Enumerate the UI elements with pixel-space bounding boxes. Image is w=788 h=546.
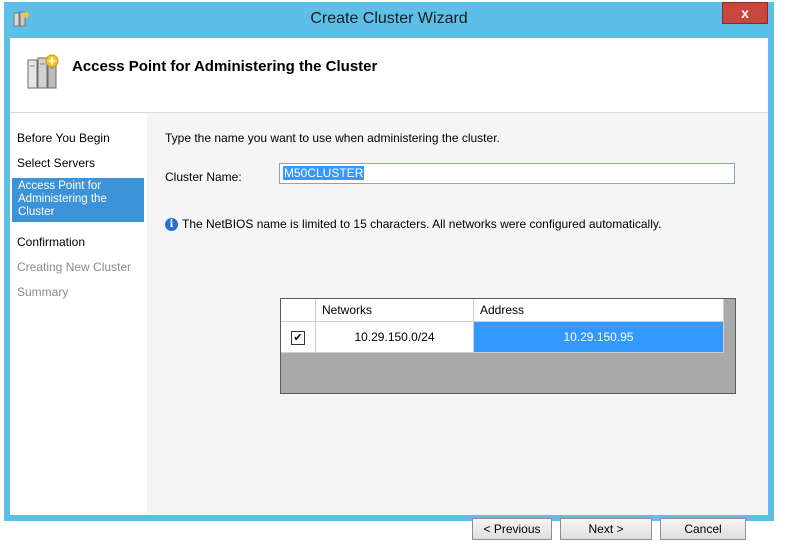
cluster-name-label: Cluster Name: bbox=[165, 170, 242, 184]
network-checkbox[interactable]: ✔ bbox=[291, 330, 305, 345]
next-button[interactable]: Next > bbox=[560, 518, 652, 540]
nav-step-confirmation[interactable]: Confirmation bbox=[17, 235, 85, 249]
cluster-servers-icon bbox=[27, 54, 59, 89]
cancel-button[interactable]: Cancel bbox=[660, 518, 746, 540]
info-icon: i bbox=[165, 218, 178, 232]
table-row[interactable]: ✔ 10.29.150.0/24 10.29.150.95 bbox=[281, 321, 724, 353]
cluster-name-input[interactable]: M50CLUSTER bbox=[279, 163, 735, 184]
wizard-steps-nav: Before You Begin Select Servers Access P… bbox=[10, 113, 147, 515]
table-header-row: Networks Address bbox=[281, 299, 724, 322]
window-title: Create Cluster Wizard bbox=[310, 10, 468, 27]
nav-step-select-servers[interactable]: Select Servers bbox=[17, 156, 95, 170]
network-cell: 10.29.150.0/24 bbox=[315, 321, 474, 353]
previous-button[interactable]: < Previous bbox=[472, 518, 552, 540]
info-text: The NetBIOS name is limited to 15 charac… bbox=[182, 217, 662, 231]
nav-step-summary: Summary bbox=[17, 285, 69, 299]
cluster-name-value: M50CLUSTER bbox=[283, 166, 365, 180]
checkbox-column-header bbox=[281, 299, 316, 322]
networks-table: Networks Address ✔ 10.29.150.0/24 10.29.… bbox=[280, 298, 736, 394]
wizard-content: Type the name you want to use when admin… bbox=[147, 113, 768, 540]
close-button[interactable]: x bbox=[722, 2, 768, 24]
title-bar[interactable]: Create Cluster Wizard x bbox=[4, 2, 774, 36]
netbios-info: i The NetBIOS name is limited to 15 chara… bbox=[165, 217, 662, 232]
wizard-window: Create Cluster Wizard x Access Point for… bbox=[4, 2, 774, 540]
nav-step-before-you-begin[interactable]: Before You Begin bbox=[17, 131, 110, 145]
column-header-networks[interactable]: Networks bbox=[315, 299, 474, 322]
wizard-header: Access Point for Administering the Clust… bbox=[10, 38, 768, 112]
nav-step-creating-new-cluster: Creating New Cluster bbox=[17, 260, 132, 274]
column-header-address[interactable]: Address bbox=[473, 299, 724, 322]
address-cell[interactable]: 10.29.150.95 bbox=[473, 321, 724, 353]
network-checkbox-cell: ✔ bbox=[281, 321, 316, 353]
nav-step-access-point[interactable]: Access Point for Administering the Clust… bbox=[12, 178, 144, 222]
page-title: Access Point for Administering the Clust… bbox=[72, 58, 378, 75]
wizard-client-area: Access Point for Administering the Clust… bbox=[10, 38, 768, 540]
instruction-text: Type the name you want to use when admin… bbox=[165, 131, 500, 145]
